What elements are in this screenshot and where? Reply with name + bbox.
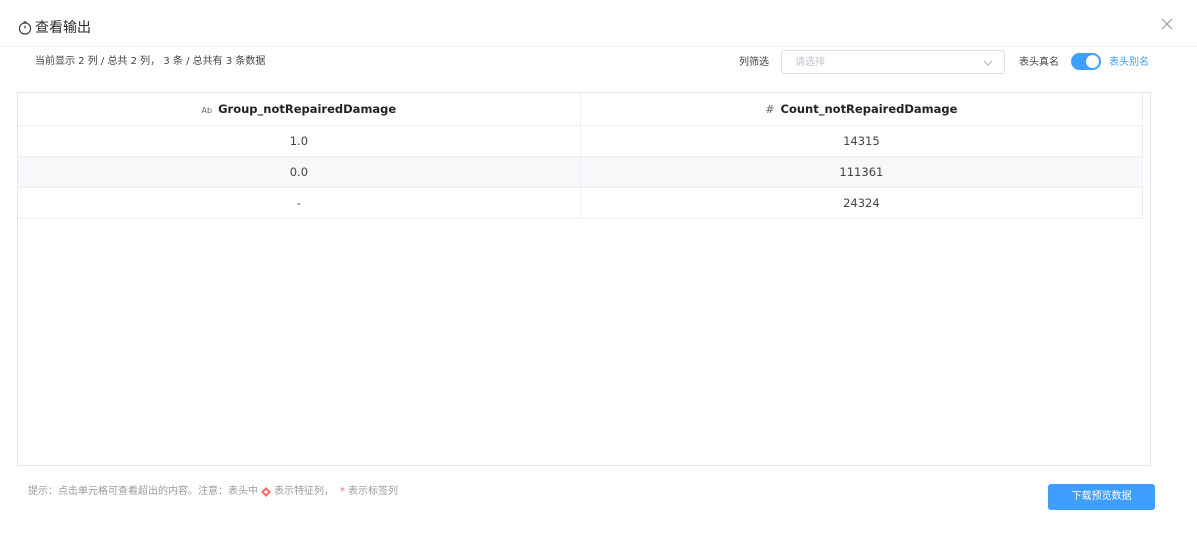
dialog-title: 查看输出	[35, 20, 91, 36]
table-row: 1.0 14315	[18, 125, 1144, 157]
table-cell[interactable]: -	[18, 187, 581, 219]
table-cell[interactable]: 24324	[580, 187, 1144, 219]
toggle-knob	[1086, 55, 1099, 68]
header-name-toggle[interactable]	[1071, 53, 1101, 70]
data-summary: 当前显示 2 列 / 总共 2 列， 3 条 / 总共有 3 条数据	[35, 56, 266, 67]
column-filter-select[interactable]: 请选择	[781, 50, 1005, 74]
clock-icon	[18, 21, 32, 35]
dialog-title-area: 查看输出	[18, 18, 91, 38]
chevron-down-icon	[983, 60, 993, 66]
table-header-row: Ab Group_notRepairedDamage # Count_notRepa…	[18, 93, 1144, 126]
column-header-label: Count_notRepairedDamage	[780, 101, 958, 116]
column-header-count[interactable]: # Count_notRepairedDamage	[580, 93, 1144, 126]
column-filter-label: 列筛选	[739, 57, 769, 68]
header-realname-label: 表头真名	[1019, 57, 1059, 68]
number-type-icon: #	[765, 102, 775, 116]
close-icon[interactable]	[1160, 17, 1174, 31]
text-type-icon: Ab	[201, 105, 213, 115]
hint-prefix: 提示：点击单元格可查看超出的内容。注意：表头中	[28, 486, 258, 497]
output-table: Ab Group_notRepairedDamage # Count_notRepa…	[18, 93, 1144, 219]
table-cell[interactable]: 111361	[580, 156, 1144, 188]
label-column-star: *	[340, 486, 345, 497]
table-row: 0.0 111361	[18, 156, 1144, 188]
table-cell[interactable]: 1.0	[18, 125, 581, 157]
hint-feature-text: 表示特征列，	[274, 486, 334, 497]
column-header-group[interactable]: Ab Group_notRepairedDamage	[18, 93, 581, 126]
column-filter-placeholder: 请选择	[795, 57, 825, 68]
output-table-container: Ab Group_notRepairedDamage # Count_notRepa…	[17, 92, 1151, 466]
hint-label-text: 表示标签列	[348, 486, 398, 497]
table-row: - 24324	[18, 187, 1144, 219]
table-cell[interactable]: 0.0	[18, 156, 581, 188]
feature-column-icon	[261, 487, 271, 497]
download-preview-button[interactable]: 下载预览数据	[1048, 484, 1155, 510]
footer-hint: 提示：点击单元格可查看超出的内容。注意：表头中 表示特征列， * 表示标签列	[28, 485, 398, 499]
header-alias-label: 表头别名	[1109, 57, 1149, 68]
dialog-header: 查看输出	[0, 0, 1197, 47]
column-header-label: Group_notRepairedDamage	[218, 101, 397, 116]
table-cell[interactable]: 14315	[580, 125, 1144, 157]
